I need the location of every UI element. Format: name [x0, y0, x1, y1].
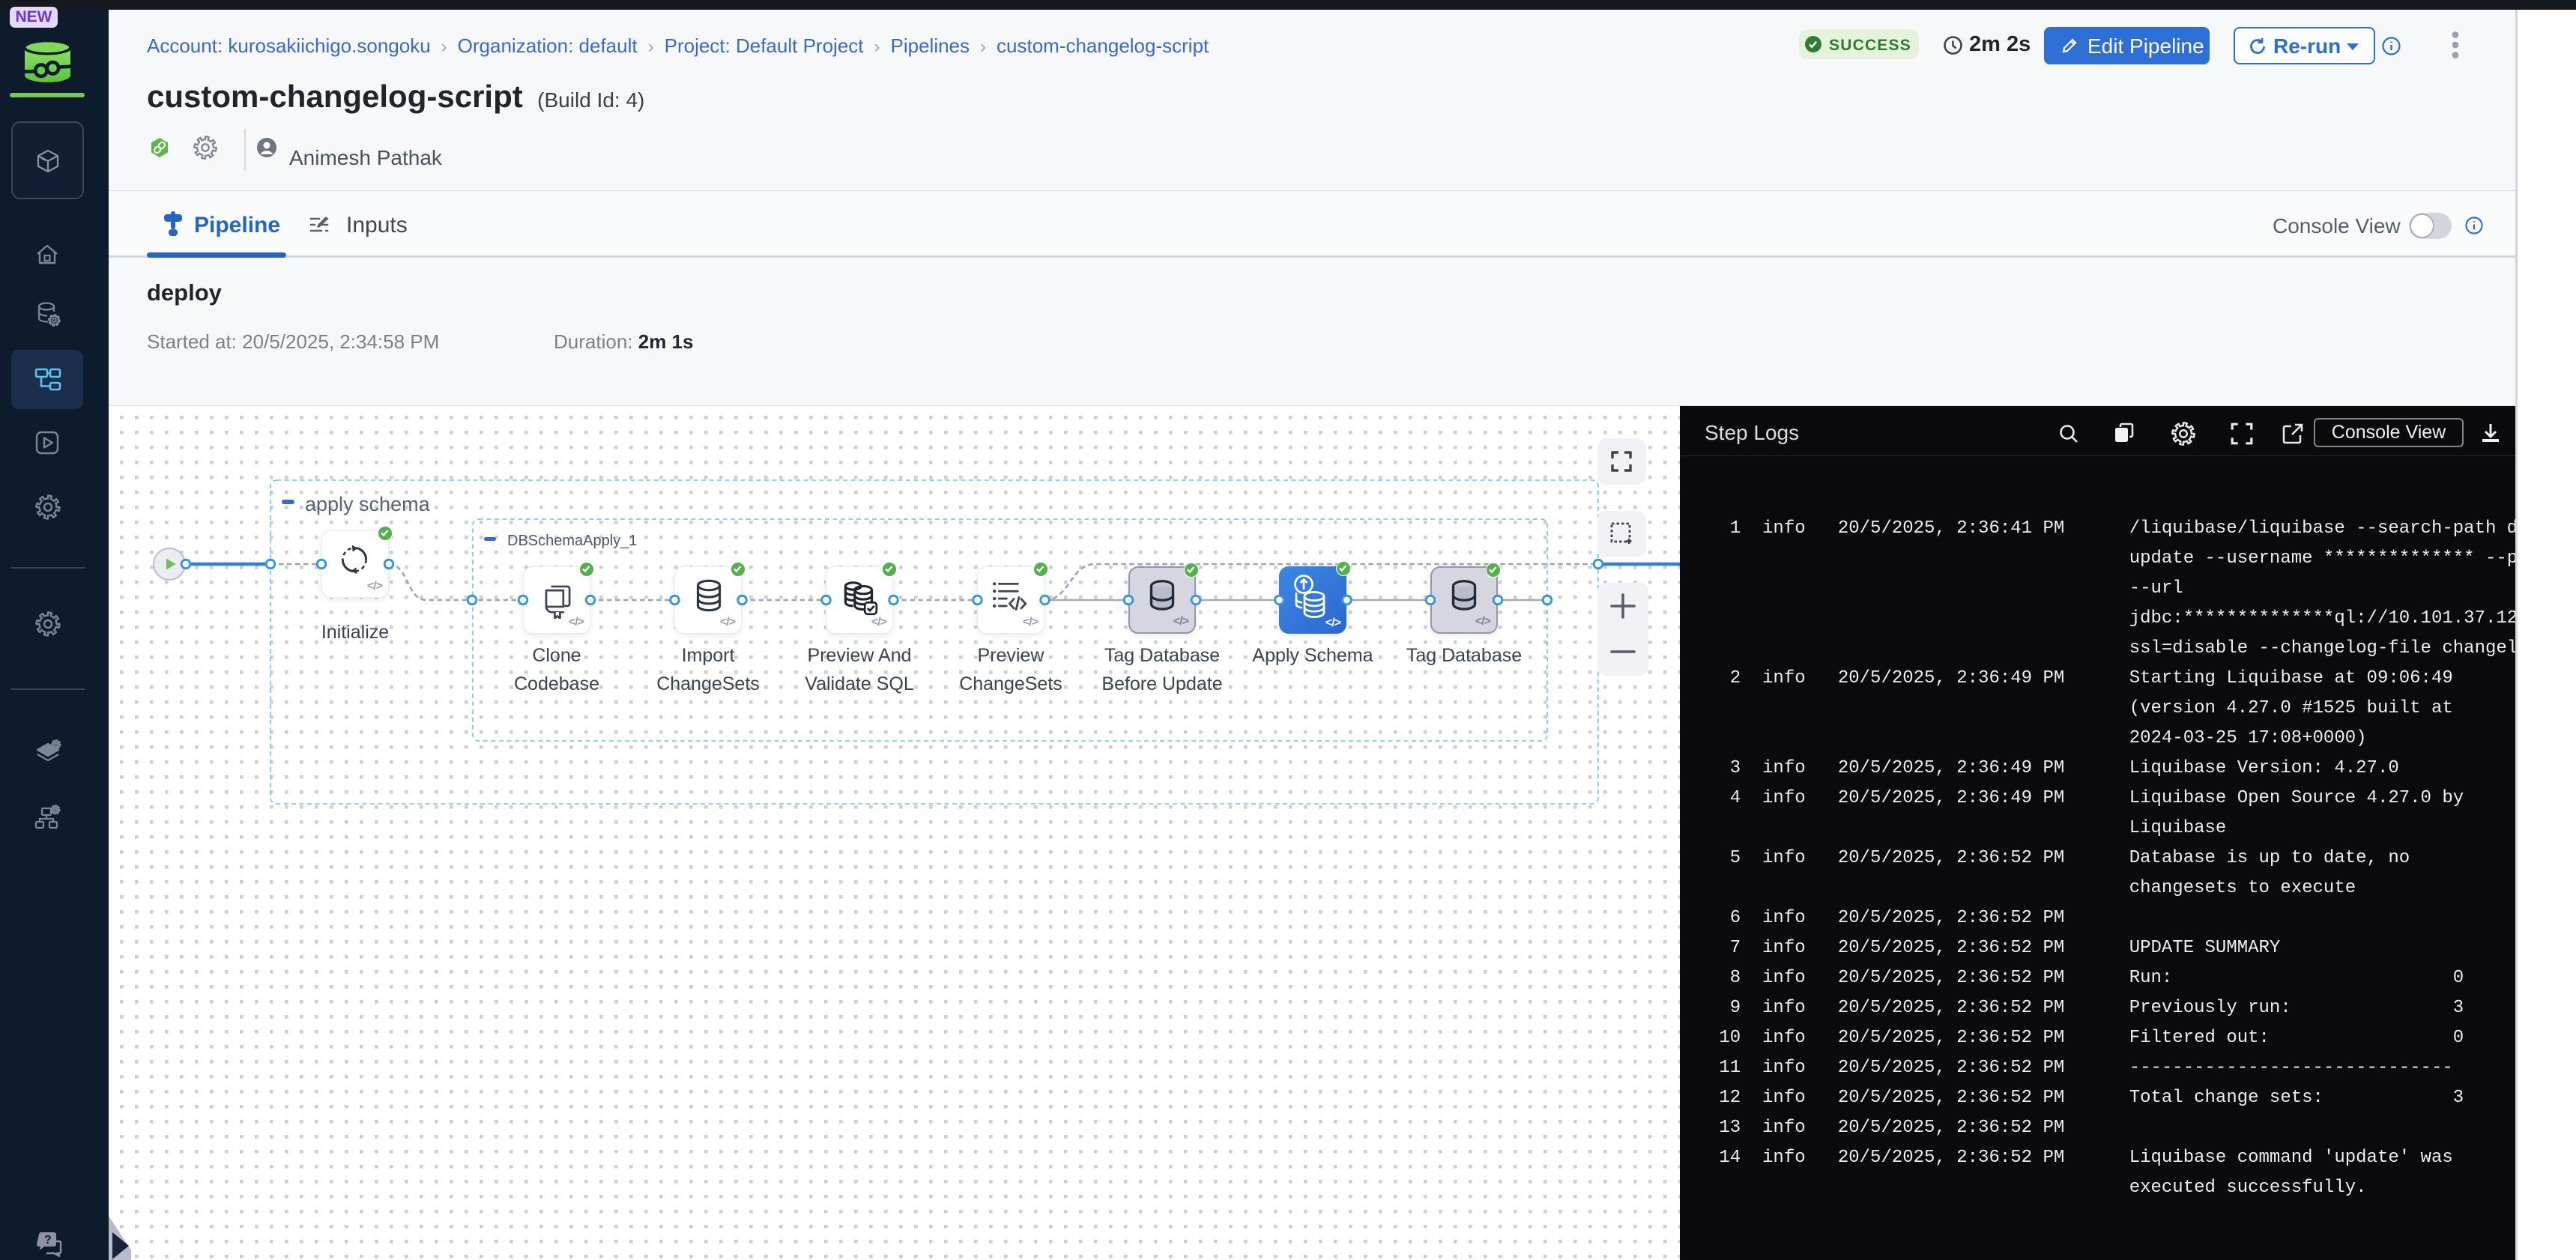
svg-text:apply schema: apply schema	[305, 493, 431, 515]
svg-text:DBSchemaApply_1: DBSchemaApply_1	[507, 533, 637, 549]
svg-text:?: ?	[44, 1234, 52, 1247]
